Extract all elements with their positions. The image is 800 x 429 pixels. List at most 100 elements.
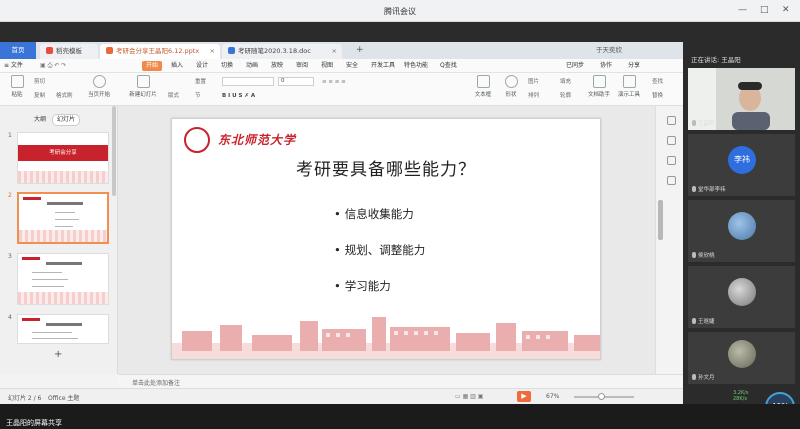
screen-share-bar: 王晶阳的屏幕共享 bbox=[0, 404, 800, 429]
slide-thumb-1[interactable]: 考研会分享 bbox=[17, 132, 109, 184]
paste-button[interactable]: 粘贴 bbox=[2, 75, 32, 98]
menu-view[interactable]: 视图 bbox=[321, 61, 333, 71]
outline-button[interactable]: 轮廓 bbox=[560, 91, 571, 99]
meeting-top-strip bbox=[0, 22, 800, 42]
thumb-text-line bbox=[32, 332, 72, 333]
view-mode-icons[interactable]: ▭ ▦ ▥ ▣ bbox=[455, 393, 483, 400]
slide-title[interactable]: 考研要具备哪些能力？ bbox=[172, 155, 600, 180]
quick-access-icons[interactable]: ▣ ⎙ ↶ ↷ bbox=[40, 61, 66, 71]
menu-transition[interactable]: 切换 bbox=[221, 61, 233, 71]
slideshow-play-button[interactable]: ▶ bbox=[517, 391, 531, 402]
reset-button[interactable]: 重置 bbox=[195, 77, 206, 85]
close-button[interactable]: ✕ bbox=[782, 5, 790, 15]
copy-button[interactable]: 复制 bbox=[34, 91, 45, 99]
textbox-icon bbox=[476, 75, 490, 88]
fill-button[interactable]: 填充 bbox=[560, 77, 571, 85]
participant-name: 堂华部李祎 bbox=[692, 185, 726, 193]
name-text: 孙文月 bbox=[698, 375, 715, 381]
close-icon[interactable]: × bbox=[332, 44, 337, 59]
tab-home[interactable]: 首页 bbox=[0, 42, 36, 59]
tab-slides[interactable]: 幻灯片 bbox=[51, 114, 80, 126]
section-button[interactable]: 节 bbox=[195, 91, 201, 99]
present-tools-button[interactable]: 演示工具 bbox=[614, 75, 644, 98]
collab-button[interactable]: 协作 bbox=[600, 61, 612, 71]
properties-icon[interactable] bbox=[667, 116, 676, 125]
slide-thumb-2[interactable] bbox=[17, 192, 109, 244]
layout-button[interactable]: 版式 bbox=[168, 91, 179, 99]
menu-design[interactable]: 设计 bbox=[196, 61, 208, 71]
menu-devtools[interactable]: 开发工具 bbox=[371, 61, 395, 71]
tab-pptx[interactable]: 考研会分享王晶阳6.12.pptx × bbox=[100, 44, 220, 59]
maximize-button[interactable]: □ bbox=[760, 5, 769, 15]
textbox-label: 文本框 bbox=[474, 92, 492, 98]
current-slide[interactable]: 东北师范大学 考研要具备哪些能力？ 信息收集能力 规划、调整能力 学习能力 bbox=[171, 118, 601, 360]
textbox-button[interactable]: 文本框 bbox=[468, 75, 498, 98]
doc-file-icon bbox=[228, 47, 235, 54]
add-slide-button[interactable]: + bbox=[54, 349, 62, 360]
thumb-number: 1 bbox=[8, 132, 12, 139]
participant-video-1[interactable]: 王晶阳 bbox=[688, 68, 795, 130]
zoom-level[interactable]: 67% bbox=[546, 393, 559, 400]
panel-tabs: 大纲 幻灯片 bbox=[30, 114, 80, 126]
tab-doc[interactable]: 考研随笔2020.3.18.doc × bbox=[222, 44, 342, 59]
meeting-title-bar: 腾讯会议 — □ ✕ bbox=[0, 0, 800, 22]
slide-thumbnail-panel: 大纲 幻灯片 1 考研会分享 2 3 4 + bbox=[0, 106, 118, 374]
paragraph-align-icons[interactable]: ≡ ≡ ≡ ≡ bbox=[322, 79, 346, 85]
close-icon[interactable]: × bbox=[210, 44, 215, 59]
thumb-title-line bbox=[46, 262, 82, 265]
thumb-text-line bbox=[32, 338, 78, 339]
zoom-slider[interactable] bbox=[574, 393, 634, 400]
text-format-buttons[interactable]: B I U S ✗ A bbox=[222, 93, 255, 99]
thumb-campus-decoration bbox=[19, 230, 107, 242]
notes-pane[interactable]: 单击此处添加备注 bbox=[118, 374, 683, 388]
slide-thumb-4[interactable] bbox=[17, 314, 109, 344]
picture-button[interactable]: 图片 bbox=[528, 77, 539, 85]
menu-review[interactable]: 审阅 bbox=[296, 61, 308, 71]
zoom-slider-handle[interactable] bbox=[597, 393, 605, 400]
editor-scrollbar[interactable] bbox=[658, 200, 663, 240]
menu-start[interactable]: 开始 bbox=[142, 61, 163, 71]
share-button[interactable]: 分享 bbox=[628, 61, 640, 71]
format-painter-button[interactable]: 格式刷 bbox=[56, 91, 73, 99]
participant-5[interactable]: 孙文月 bbox=[688, 332, 795, 384]
menu-insert[interactable]: 插入 bbox=[171, 61, 183, 71]
notes-placeholder: 单击此处添加备注 bbox=[132, 380, 181, 387]
bullet-list[interactable]: 信息收集能力 规划、调整能力 学习能力 bbox=[334, 207, 426, 315]
university-logo-text: 东北师范大学 bbox=[218, 133, 297, 147]
menu-special[interactable]: 特色功能 bbox=[404, 61, 428, 71]
minimize-button[interactable]: — bbox=[738, 5, 747, 15]
font-family-select[interactable] bbox=[222, 77, 274, 86]
play-from-current-button[interactable]: 当页开始 bbox=[84, 75, 114, 98]
find-button[interactable]: 查找 bbox=[652, 77, 663, 85]
search-button[interactable]: Q查找 bbox=[440, 61, 457, 71]
file-menu[interactable]: ≡ 文件 bbox=[4, 61, 23, 71]
tab-outline[interactable]: 大纲 bbox=[30, 115, 50, 125]
mic-icon bbox=[692, 120, 696, 126]
style-icon[interactable] bbox=[667, 136, 676, 145]
participant-2[interactable]: 李祎 堂华部李祎 bbox=[688, 134, 795, 196]
arrange-button[interactable]: 排列 bbox=[528, 91, 539, 99]
menu-security[interactable]: 安全 bbox=[346, 61, 358, 71]
cut-button[interactable]: 剪切 bbox=[34, 77, 45, 85]
replace-button[interactable]: 替换 bbox=[652, 91, 663, 99]
tab-docer[interactable]: 稻壳模板 bbox=[40, 44, 98, 59]
participant-name: 王晗婕 bbox=[692, 317, 715, 325]
participant-4[interactable]: 王晗婕 bbox=[688, 266, 795, 328]
doc-assistant-button[interactable]: 文档助手 bbox=[584, 75, 614, 98]
new-slide-button[interactable]: 新建幻灯片 bbox=[128, 75, 158, 98]
more-icon[interactable] bbox=[667, 176, 676, 185]
sync-status[interactable]: 已同步 bbox=[566, 61, 584, 71]
animation-icon[interactable] bbox=[667, 156, 676, 165]
menu-animation[interactable]: 动画 bbox=[246, 61, 258, 71]
user-name[interactable]: 于天奕欣 bbox=[590, 43, 622, 58]
slide-editor: 东北师范大学 考研要具备哪些能力？ 信息收集能力 规划、调整能力 学习能力 bbox=[118, 106, 655, 374]
menu-slideshow[interactable]: 放映 bbox=[271, 61, 283, 71]
new-tab-button[interactable]: + bbox=[350, 43, 364, 58]
font-size-select[interactable]: 0 bbox=[278, 77, 314, 86]
slide-thumb-3[interactable] bbox=[17, 253, 109, 305]
thumb-logo bbox=[22, 257, 40, 260]
assistant-label: 文档助手 bbox=[587, 92, 610, 98]
thumbnail-scrollbar[interactable] bbox=[112, 106, 116, 196]
participant-3[interactable]: 侯欣桃 bbox=[688, 200, 795, 262]
shape-button[interactable]: 形状 bbox=[496, 75, 526, 98]
